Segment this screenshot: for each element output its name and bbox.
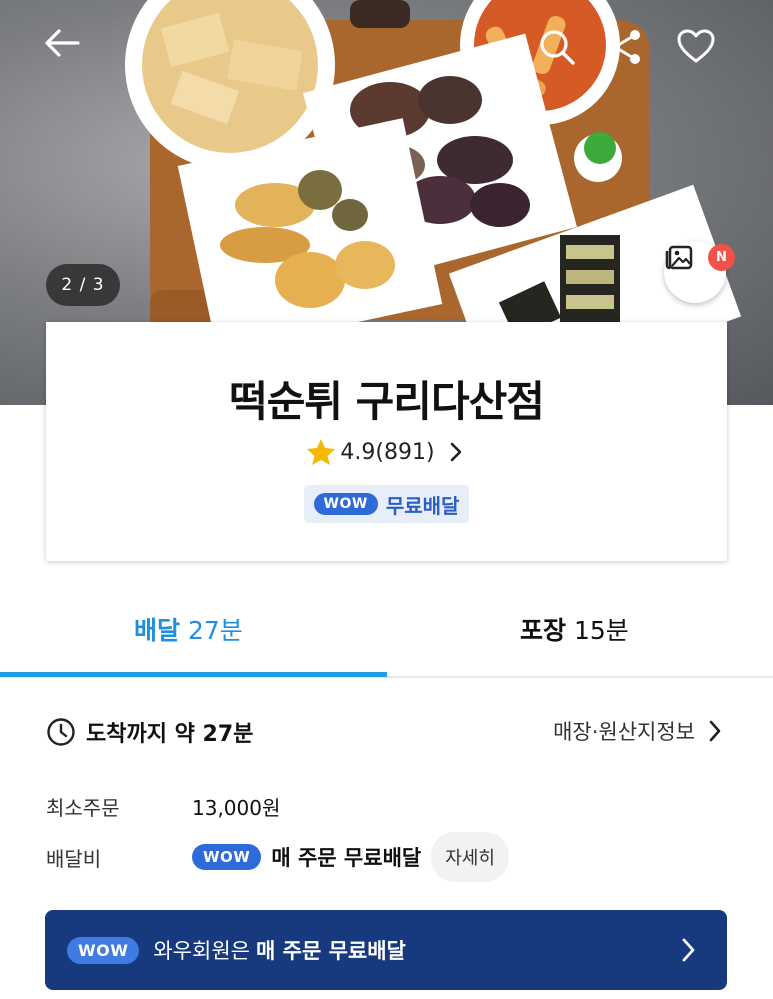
store-info-card: 떡순튀 구리다산점 4.9 (891) WOW 무료배달 — [46, 322, 727, 561]
arrival-text: 도착까지 약 27분 — [86, 722, 254, 747]
origin-link-label: 매장·원산지정보 — [553, 720, 695, 744]
wow-badge: WOW — [192, 844, 262, 870]
tab-delivery[interactable]: 배달 27분 — [134, 611, 243, 647]
wow-badge: WOW — [67, 936, 140, 964]
wow-badge: WOW — [313, 493, 378, 515]
tab-takeout[interactable]: 포장 15분 — [520, 611, 629, 647]
favorite-button[interactable] — [676, 28, 726, 78]
review-count: (891) — [375, 439, 435, 465]
delivery-fee-text: 매 주문 무료배달 — [271, 846, 422, 870]
free-delivery-tag: WOW 무료배달 — [304, 485, 469, 523]
search-button[interactable] — [538, 28, 588, 78]
rating-link[interactable]: 4.9 (891) — [46, 438, 727, 466]
min-order-label: 최소주문 — [46, 796, 120, 820]
photo-gallery-icon — [665, 245, 693, 270]
tab-takeout-name: 포장 — [520, 616, 567, 645]
delivery-fee-detail-button[interactable]: 자세히 — [431, 832, 509, 882]
heart-icon — [677, 29, 715, 63]
order-type-tabs: 배달 27분 포장 15분 — [0, 583, 773, 678]
banner-bold-text: 매 주문 무료배달 — [256, 939, 406, 963]
back-arrow-icon — [45, 29, 80, 57]
tab-takeout-time: 15분 — [573, 616, 629, 645]
rating-value: 4.9 — [340, 439, 376, 465]
store-origin-info-link[interactable]: 매장·원산지정보 — [553, 716, 723, 746]
star-icon — [307, 439, 336, 465]
chevron-right-icon — [682, 938, 695, 962]
back-button[interactable] — [44, 28, 94, 78]
search-icon — [540, 30, 575, 65]
arrival-time: 도착까지 약 27분 — [46, 716, 253, 748]
active-tab-indicator — [0, 672, 387, 677]
tab-delivery-time: 27분 — [187, 616, 243, 645]
chevron-right-icon — [709, 720, 721, 742]
chevron-right-icon — [450, 442, 461, 462]
min-order-value: 13,000원 — [192, 796, 281, 820]
delivery-fee-label: 배달비 — [46, 847, 102, 871]
free-delivery-label: 무료배달 — [385, 493, 460, 518]
tab-delivery-name: 배달 — [134, 616, 181, 645]
banner-text: 와우회원은 — [153, 939, 251, 963]
wow-membership-banner[interactable]: WOW 와우회원은 매 주문 무료배달 — [45, 910, 727, 990]
image-counter: 2 / 3 — [46, 264, 120, 306]
delivery-fee-value: WOW 매 주문 무료배달 자세히 — [192, 832, 509, 882]
share-button[interactable] — [607, 28, 657, 78]
clock-icon — [47, 718, 75, 746]
new-badge: N — [708, 244, 735, 271]
store-name: 떡순튀 구리다산점 — [229, 377, 545, 426]
share-icon — [610, 30, 640, 64]
